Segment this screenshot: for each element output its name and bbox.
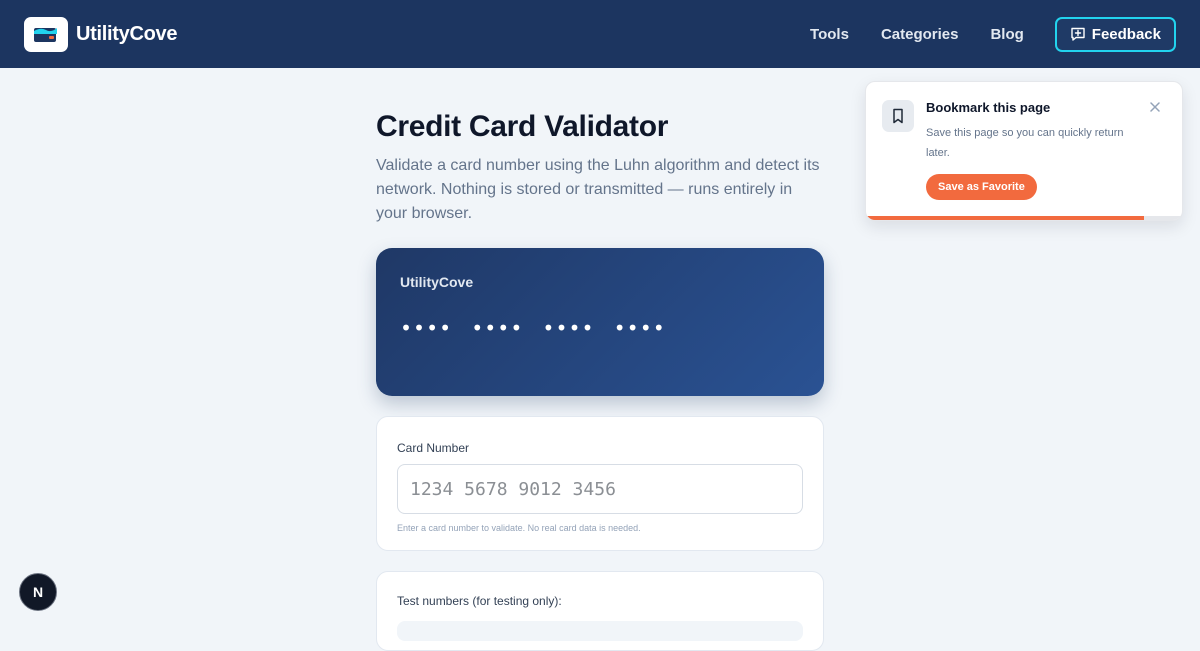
card-brand: UtilityCove xyxy=(400,274,474,290)
toast-title: Bookmark this page xyxy=(926,100,1051,115)
bookmark-toast: Bookmark this page Save this page so you… xyxy=(865,81,1183,221)
message-plus-icon xyxy=(1071,27,1085,41)
card-preview: UtilityCove •••• •••• •••• •••• xyxy=(376,248,824,396)
card-input-panel: Card Number Enter a card number to valid… xyxy=(376,416,824,551)
nav-link-categories[interactable]: Categories xyxy=(881,26,959,43)
page-title: Credit Card Validator xyxy=(376,110,669,143)
dev-indicator-badge[interactable]: N xyxy=(19,573,57,611)
brand[interactable]: UtilityCove xyxy=(24,16,178,52)
card-number-label: Card Number xyxy=(397,441,470,455)
test-numbers-label: Test numbers (for testing only): xyxy=(397,594,562,608)
nav-link-tools[interactable]: Tools xyxy=(810,26,849,43)
test-numbers-panel: Test numbers (for testing only): xyxy=(376,571,824,651)
page-description: Validate a card number using the Luhn al… xyxy=(376,157,820,222)
card-number-hint: Enter a card number to validate. No real… xyxy=(397,523,641,533)
toast-text: Save this page so you can quickly return… xyxy=(926,127,1124,159)
toast-progress-bar xyxy=(866,216,1145,220)
bookmark-icon xyxy=(882,100,914,132)
feedback-button[interactable]: Feedback xyxy=(1054,16,1176,52)
main-nav: Tools Categories Blog Feedback xyxy=(810,16,1176,52)
test-numbers-list[interactable] xyxy=(397,621,803,641)
close-icon[interactable] xyxy=(1150,99,1160,117)
logo-icon xyxy=(24,16,68,52)
feedback-label: Feedback xyxy=(1091,25,1161,43)
top-navbar: UtilityCove Tools Categories Blog Feedba… xyxy=(0,0,1200,68)
card-number-input[interactable] xyxy=(397,464,803,514)
main-content: Credit Card Validator Validate a card nu… xyxy=(376,110,824,226)
card-number-display: •••• •••• •••• •••• xyxy=(400,316,666,340)
save-as-favorite-button[interactable]: Save as Favorite xyxy=(926,174,1037,200)
brand-name: UtilityCove xyxy=(76,22,178,45)
nav-link-blog[interactable]: Blog xyxy=(990,26,1023,43)
